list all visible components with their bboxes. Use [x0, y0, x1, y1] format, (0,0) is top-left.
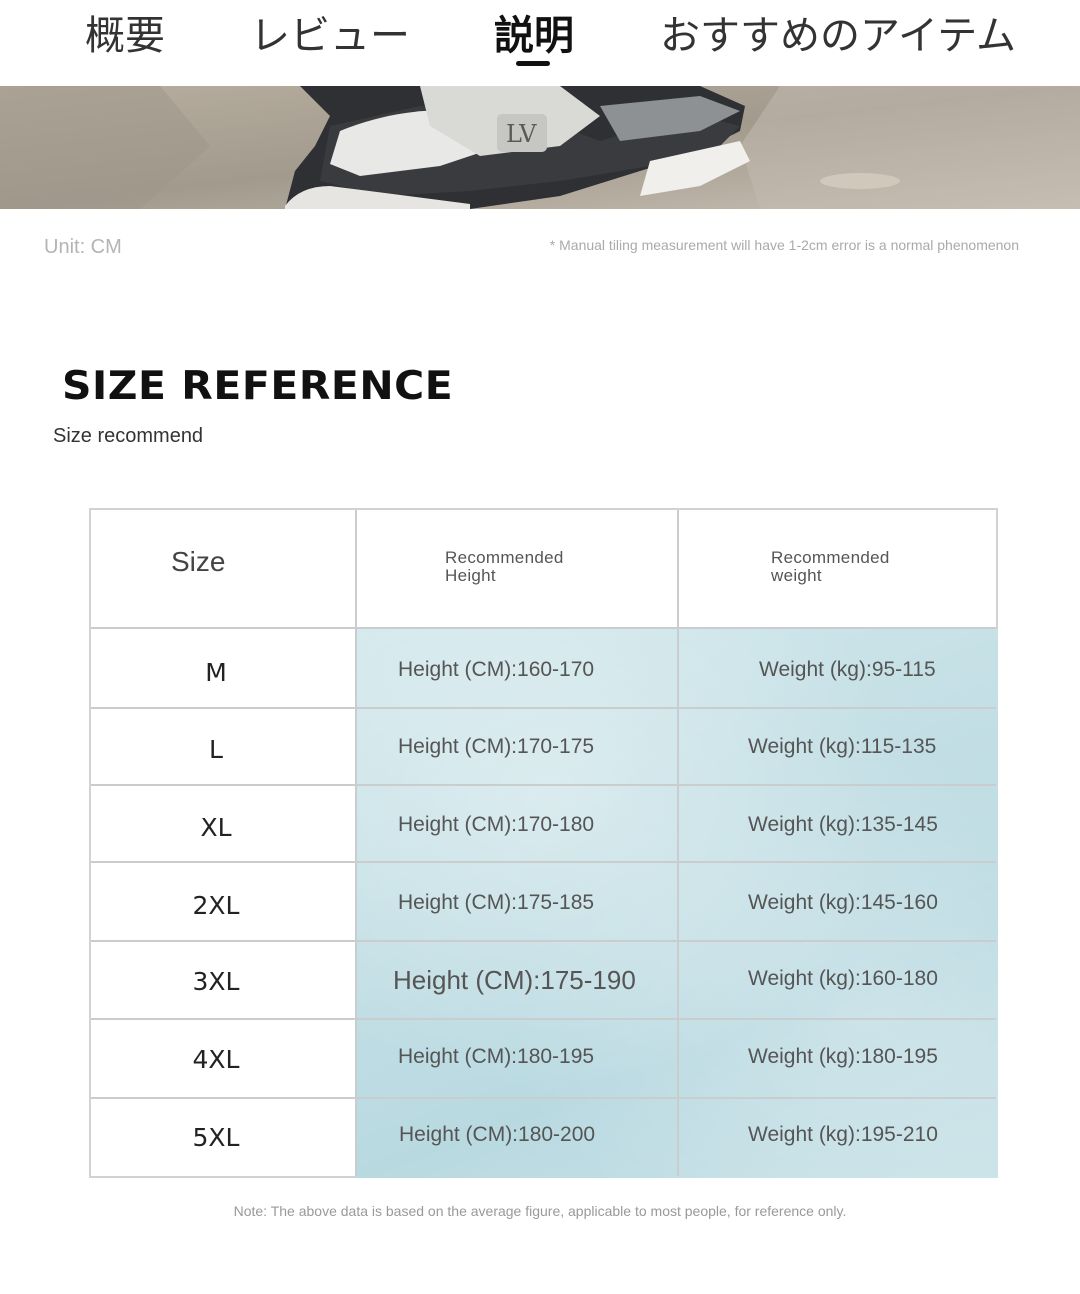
height-cell: Height (CM):170-180 [398, 813, 595, 836]
weight-cell: Weight (kg):115-135 [748, 735, 937, 758]
size-cell: 3XL [192, 967, 240, 996]
table-divider [91, 627, 996, 629]
header-size: Size [171, 546, 226, 577]
height-cell: Height (CM):175-185 [398, 891, 595, 914]
size-cell: 5XL [192, 1123, 240, 1152]
table-divider [91, 784, 996, 786]
svg-text:LV: LV [506, 120, 537, 148]
active-tab-indicator [516, 61, 550, 66]
size-cell: XL [200, 813, 232, 842]
height-cell: Height (CM):175-190 [393, 965, 636, 995]
weight-cell: Weight (kg):135-145 [748, 813, 938, 836]
weight-cell: Weight (kg):180-195 [748, 1045, 938, 1068]
tab-description[interactable]: 説明 [494, 0, 574, 86]
weight-cell: Weight (kg):160-180 [748, 967, 938, 990]
tab-overview[interactable]: 概要 [85, 0, 165, 86]
header-recommended-height: Recommended Height [445, 548, 564, 585]
size-reference-subtitle: Size recommend [53, 425, 204, 447]
weight-cell: Weight (kg):95-115 [759, 658, 936, 681]
measurement-note: * Manual tiling measurement will have 1-… [549, 237, 1019, 253]
table-divider [355, 510, 357, 1176]
table-divider [91, 940, 996, 942]
table-footnote: Note: The above data is based on the ave… [233, 1203, 847, 1219]
weight-cell: Weight (kg):145-160 [748, 891, 938, 914]
size-cell: L [209, 735, 223, 764]
size-reference-title: SIZE REFERENCE [62, 364, 454, 409]
size-table: Size Recommended Height Recommended weig… [89, 508, 998, 1178]
table-divider [91, 1018, 996, 1020]
table-divider [91, 1097, 996, 1099]
table-divider [91, 707, 996, 709]
weight-cell: Weight (kg):195-210 [748, 1123, 938, 1146]
header-recommended-weight: Recommended weight [771, 548, 890, 585]
section-tab-bar: 概要 レビュー 説明 おすすめのアイテム [0, 0, 1080, 86]
sneaker-photo-icon: LV [0, 86, 1080, 209]
size-cell: 4XL [192, 1045, 240, 1074]
height-cell: Height (CM):170-175 [398, 735, 595, 758]
size-cell: 2XL [192, 891, 240, 920]
size-cell: M [205, 658, 227, 687]
product-photo: LV [0, 86, 1080, 209]
unit-label: Unit: CM [44, 236, 122, 258]
table-divider [91, 861, 996, 863]
tab-reviews[interactable]: レビュー [250, 0, 410, 86]
tab-recommended-items[interactable]: おすすめのアイテム [660, 0, 1016, 86]
table-divider [677, 510, 679, 1176]
height-cell: Height (CM):180-195 [398, 1045, 595, 1068]
height-cell: Height (CM):160-170 [398, 658, 595, 681]
height-cell: Height (CM):180-200 [399, 1123, 596, 1146]
product-description-page: 概要 レビュー 説明 おすすめのアイテム LV Unit: CM * Manua… [0, 0, 1080, 1294]
